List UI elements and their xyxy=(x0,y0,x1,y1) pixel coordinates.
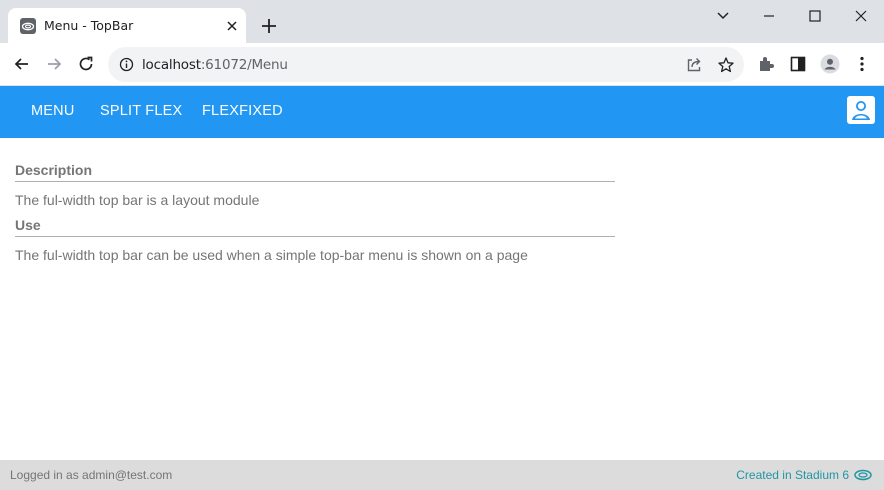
bookmark-star-icon[interactable] xyxy=(717,56,735,74)
logged-in-text: Logged in as admin@test.com xyxy=(10,468,173,482)
share-icon[interactable] xyxy=(685,56,703,74)
stadium-favicon-icon xyxy=(20,18,36,34)
menu-item-flexfixed[interactable]: FLEXFIXED xyxy=(202,103,283,119)
close-tab-icon[interactable] xyxy=(224,18,240,34)
stadium-logo-icon xyxy=(854,469,872,481)
more-menu-icon[interactable] xyxy=(852,54,872,74)
url-path: :61072/Menu xyxy=(200,57,288,73)
menu-item-split-flex[interactable]: SPLIT FLEX xyxy=(100,103,182,119)
menu-item-menu[interactable]: MENU xyxy=(31,103,75,119)
description-heading: Description xyxy=(15,162,615,182)
app-top-bar: MENU SPLIT FLEX FLEXFIXED xyxy=(0,86,884,138)
tab-search-chevron-icon[interactable] xyxy=(713,6,733,26)
minimize-icon[interactable] xyxy=(759,6,779,26)
reload-icon[interactable] xyxy=(76,54,96,74)
forward-icon[interactable] xyxy=(44,54,64,74)
main-content: Description The ful-width top bar is a l… xyxy=(15,162,615,272)
site-info-icon[interactable] xyxy=(119,57,134,72)
created-in-link[interactable]: Created in Stadium 6 xyxy=(736,468,849,482)
use-heading: Use xyxy=(15,217,615,237)
user-icon xyxy=(852,101,870,120)
tab-title: Menu - TopBar xyxy=(44,18,134,33)
user-account-button[interactable] xyxy=(847,96,875,124)
browser-toolbar: localhost:61072/Menu xyxy=(0,43,884,86)
description-text: The ful-width top bar is a layout module xyxy=(15,192,260,208)
browser-tab-strip: Menu - TopBar xyxy=(0,0,884,43)
url-text[interactable]: localhost:61072/Menu xyxy=(142,57,288,73)
extensions-icon[interactable] xyxy=(756,54,776,74)
back-icon[interactable] xyxy=(12,54,32,74)
address-bar[interactable]: localhost:61072/Menu xyxy=(108,47,744,82)
maximize-icon[interactable] xyxy=(805,6,825,26)
side-panel-icon[interactable] xyxy=(788,54,808,74)
footer: Logged in as admin@test.com Created in S… xyxy=(0,460,884,490)
close-window-icon[interactable] xyxy=(851,6,871,26)
use-text: The ful-width top bar can be used when a… xyxy=(15,247,528,263)
profile-icon[interactable] xyxy=(820,54,840,74)
url-host: localhost xyxy=(142,57,201,73)
browser-tab[interactable]: Menu - TopBar xyxy=(8,8,246,43)
new-tab-icon[interactable] xyxy=(260,17,278,35)
